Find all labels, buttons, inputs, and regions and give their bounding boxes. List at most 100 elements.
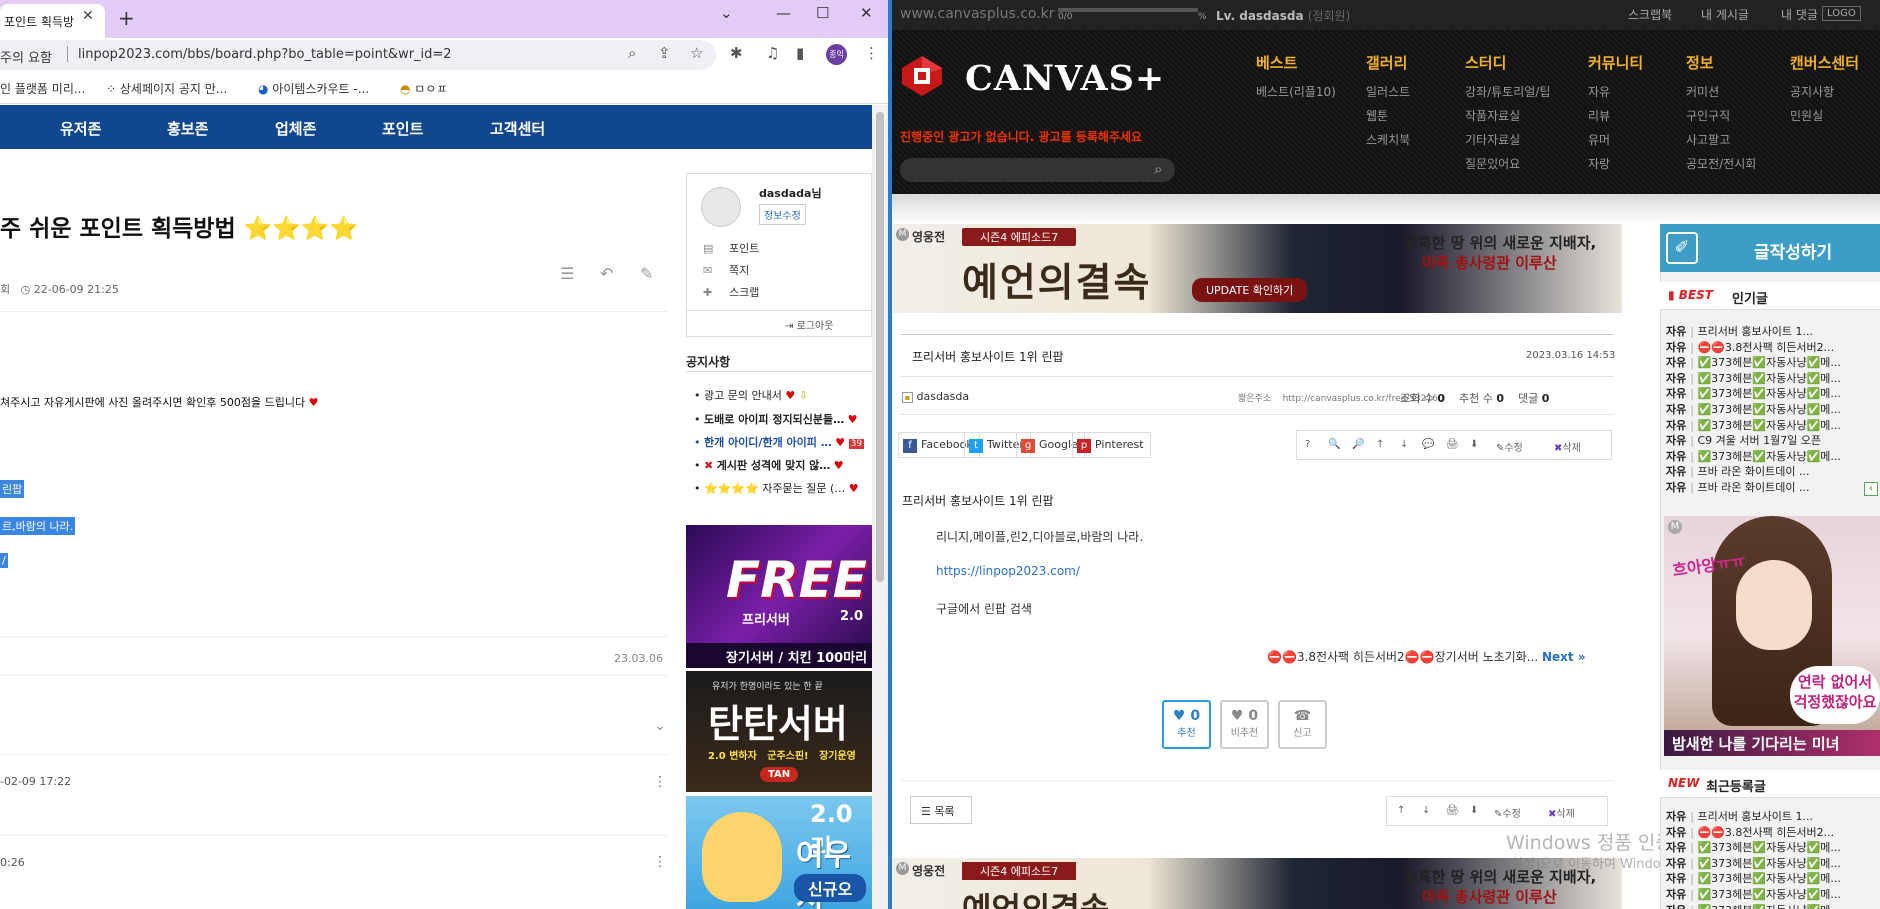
arrow-up-icon[interactable]: ↑ [1397,805,1405,816]
comment-menu-icon[interactable]: ⋮ [653,774,667,790]
search-icon[interactable]: ⌕ [1154,160,1162,178]
maximize-icon[interactable]: ☐ [816,4,829,22]
chevron-down-icon[interactable]: ⌄ [720,4,733,22]
sidebar-list-item[interactable]: 자유| ✅373헤븐✅자동사냥✅메... [1666,370,1880,386]
menu-gallery[interactable]: 갤러리 [1366,52,1407,73]
download-icon[interactable]: ⬇ [1470,805,1478,816]
canvas-logo-icon[interactable] [900,54,944,98]
notice-item[interactable]: • ⭐⭐⭐⭐ 자주묻는 질문 (… ♥ [694,480,874,496]
edit-profile-button[interactable]: 정보수정 [759,204,806,225]
bookmark-item[interactable]: ◕ 아이템스카우트 -... [258,80,369,97]
chevron-left-icon[interactable]: ‹ [1864,482,1878,496]
delete-button[interactable]: ✖삭제 [1554,439,1581,454]
arrow-up-icon[interactable]: ↑ [1376,439,1384,450]
menu-item[interactable]: 커미션 [1686,83,1719,100]
sidebar-list-item[interactable]: 자유 | 프바 라온 화이트데이 ... [1666,479,1880,495]
sidebar-list-item[interactable]: 자유| ✅373헤븐✅자동사냥✅메... [1666,886,1880,902]
sidebar-list-item[interactable]: 자유 | ⛔⛔3.8전사팩 히든서버2... [1666,339,1880,355]
menu-kebab-icon[interactable]: ⋮ [864,44,879,62]
nav-support[interactable]: 고객센터 [490,118,545,139]
menu-item[interactable]: 작품자료실 [1465,107,1520,124]
reply-icon[interactable]: ↶ [600,264,613,283]
logout-button[interactable]: LOGO [1822,6,1861,21]
menu-info[interactable]: 정보 [1686,52,1714,73]
sidebar-list-item[interactable]: 자유| ✅373헤븐✅자동사냥✅메... [1666,401,1880,417]
my-comments-link[interactable]: 내 댓글 [1781,6,1818,23]
list-button[interactable]: ☰ 목록 [910,796,972,824]
notice-item[interactable]: • 한개 아이디/한개 아이피 … ♥ 39 [694,434,874,450]
next-post-link[interactable]: ⛔⛔3.8전사팩 히든서버2⛔⛔장기서버 노초기화... Next » [1267,648,1586,665]
help-icon[interactable]: ? [1305,439,1310,450]
recommend-button[interactable]: ♥ 0 추천 [1162,700,1211,749]
menu-item[interactable]: 리뷰 [1588,107,1610,124]
site-logo[interactable]: CANVAS+ [965,58,1165,99]
menu-best[interactable]: 베스트 [1256,52,1297,73]
arrow-down-icon[interactable]: ↓ [1400,439,1408,450]
extensions-icon[interactable]: ✱ [730,44,743,62]
bookmark-item[interactable]: ◓ ㅁㅇㅍ [400,80,447,97]
sidebar-list-item[interactable]: 자유 | 프바 라온 화이트데이 ... [1666,463,1880,479]
report-button[interactable]: ☎ 신고 [1278,700,1327,749]
delete-button[interactable]: ✖삭제 [1548,805,1575,820]
banner-fox-server[interactable]: 2.0 리 여우서 신규오 [686,796,872,909]
menu-item[interactable]: 일러스트 [1366,83,1410,100]
menu-item[interactable]: 자랑 [1588,155,1610,172]
sidebar-list-item[interactable]: 자유 | 프리서버 홍보사이트 1... [1666,323,1880,339]
post-body-link[interactable]: https://linpop2023.com/ [936,564,1080,578]
bookmark-item[interactable]: ⁘ 상세페이지 공지 만... [106,80,227,97]
notice-item[interactable]: • 광고 문의 안내서 ♥ ⇩ [694,387,874,403]
menu-center[interactable]: 캔버스센터 [1790,52,1859,73]
sidebar-list-item[interactable]: 자유| ✅373헤븐✅자동사냥✅메... [1666,448,1880,464]
sidebar-list-item[interactable]: 자유| ✅373헤븐✅자동사냥✅메... [1666,417,1880,433]
edit-pencil-icon[interactable]: ✎ [640,264,653,283]
sidebar-ad[interactable]: M 흐아앙ㅠㅠ 연락 없어서 걱정했잖아요 밤새한 나를 기다리는 미녀 [1664,516,1880,756]
ad-message[interactable]: 진행중인 광고가 없습니다. 광고를 등록해주세요 [900,128,1142,145]
sidebar-list-item[interactable]: 자유| ✅373헤븐✅자동사냥✅메... [1666,855,1880,871]
close-window-icon[interactable]: ✕ [860,4,873,22]
sidebar-list-item[interactable]: 자유| ✅373헤븐✅자동사냥✅메... [1666,902,1880,909]
edit-button[interactable]: ✎수정 [1494,805,1521,820]
menu-item[interactable]: 자유 [1588,83,1610,100]
sidebar-list-item[interactable]: 자유| ✅373헤븐✅자동사냥✅메... [1666,354,1880,370]
search-icon[interactable]: ⌕ [628,44,636,62]
sidebar-list-item[interactable]: 자유| ✅373헤븐✅자동사냥✅메... [1666,385,1880,401]
menu-item[interactable]: 스케치북 [1366,131,1410,148]
nav-point[interactable]: 포인트 [382,118,423,139]
share-icon[interactable]: ⇪ [658,44,671,62]
ad-banner-top[interactable]: M 영웅전 시즌4 에피소드7 예언의결속 UPDATE 확인하기 냉혹한 땅 … [892,224,1622,313]
sidebar-list-item[interactable]: 자유 | C9 겨울 서버 1월7일 오픈 [1666,432,1880,448]
sidebar-list-item[interactable]: 자유 | 프리서버 홍보사이트 1... [1666,808,1880,824]
chevron-down-icon[interactable]: ⌄ [654,718,666,734]
logout-button[interactable]: ⇥ 로그아웃 [785,317,833,332]
menu-item[interactable]: 구인구직 [1686,107,1730,124]
minimize-icon[interactable]: — [776,4,791,22]
edit-button[interactable]: ✎수정 [1496,439,1523,454]
banner-tantan-server[interactable]: 유저가 한명이라도 있는 한 끝 탄탄서버 2.0 변하자 군주스핀! 장기운영… [686,671,872,792]
sidepanel-icon[interactable]: ▮ [796,44,804,62]
print-icon[interactable]: 🖨 [1446,805,1459,816]
menu-item[interactable]: 질문있어요 [1465,155,1520,172]
menu-item[interactable]: 유머 [1588,131,1610,148]
zoom-out-icon[interactable]: 🔎 [1352,439,1364,450]
sidebar-list-item[interactable]: 자유 | ⛔⛔3.8전사팩 히든서버2... [1666,824,1880,840]
arrow-down-icon[interactable]: ↓ [1422,805,1430,816]
menu-item[interactable]: 강좌/튜토리얼/팁 [1465,83,1550,100]
profile-avatar[interactable]: 종익 [826,44,847,65]
menu-item[interactable]: 사고팔고 [1686,131,1730,148]
write-post-label[interactable]: 글작성하기 [1754,238,1832,263]
tab-close-icon[interactable]: ✕ [82,8,94,24]
profile-link-message[interactable]: ✉ 쪽지 [703,262,749,278]
scrapbook-link[interactable]: 스크랩북 [1628,6,1672,23]
share-pinterest-button[interactable]: p Pinterest [1072,432,1151,458]
print-icon[interactable]: 🖨 [1446,439,1459,450]
download-icon[interactable]: ⬇ [1470,439,1478,450]
menu-item[interactable]: 민원실 [1790,107,1823,124]
bookmark-item[interactable]: 인 플랫폼 미리... [0,80,85,97]
comment-menu-icon[interactable]: ⋮ [653,854,667,870]
nav-user-zone[interactable]: 유저존 [60,118,101,139]
notice-item[interactable]: • ✖ 게시판 성격에 맞지 않… ♥ [694,457,874,473]
scrollbar-thumb[interactable] [876,112,884,582]
nav-promo-zone[interactable]: 홍보존 [167,118,208,139]
not-recommend-button[interactable]: ♥ 0 비추천 [1220,700,1269,749]
sidebar-list-item[interactable]: 자유| ✅373헤븐✅자동사냥✅메... [1666,870,1880,886]
